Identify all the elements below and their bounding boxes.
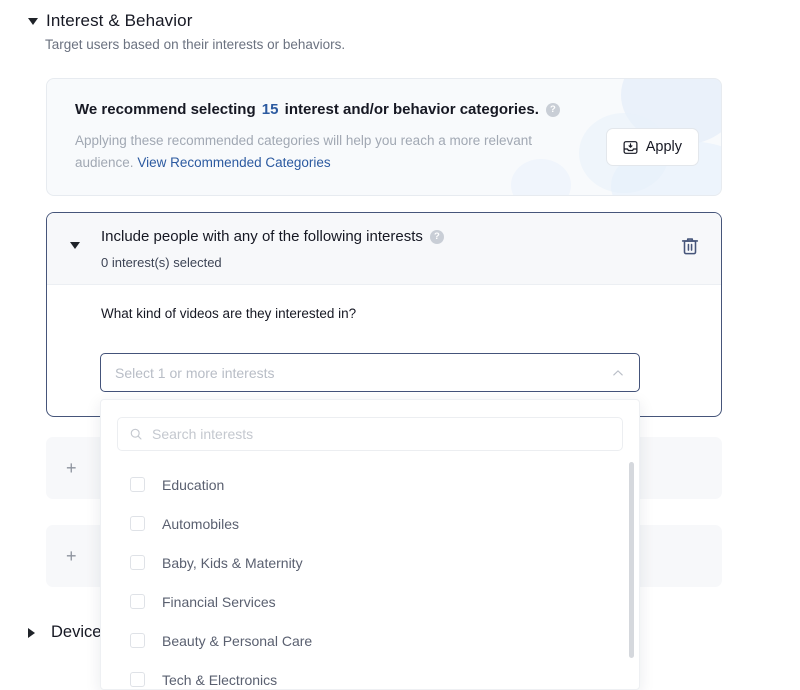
section-subtitle: Target users based on their interests or… (45, 37, 800, 52)
interest-behavior-section-header: Interest & Behavior Target users based o… (0, 0, 800, 52)
checkbox[interactable] (130, 633, 145, 648)
plus-icon: + (66, 458, 77, 479)
include-card-body: What kind of videos are they interested … (47, 285, 721, 321)
list-item-label: Tech & Electronics (162, 672, 277, 688)
list-item[interactable]: Baby, Kids & Maternity (101, 543, 639, 582)
trash-icon[interactable] (679, 235, 701, 257)
list-item[interactable]: Financial Services (101, 582, 639, 621)
list-item-label: Baby, Kids & Maternity (162, 555, 303, 571)
dropdown-scrollbar[interactable] (629, 462, 634, 658)
plus-icon: + (66, 546, 77, 567)
caret-down-icon[interactable] (28, 18, 38, 25)
include-card-header: Include people with any of the following… (47, 213, 721, 285)
search-interests-input[interactable]: Search interests (117, 417, 623, 451)
inbox-download-icon (623, 140, 638, 155)
question-circle-icon[interactable]: ? (546, 103, 560, 117)
targeting-page: Interest & Behavior Target users based o… (0, 0, 800, 690)
include-card-title: Include people with any of the following… (101, 228, 423, 245)
section-title-row[interactable]: Interest & Behavior (0, 0, 800, 31)
interests-question-label: What kind of videos are they interested … (101, 306, 721, 321)
search-interests-placeholder: Search interests (152, 426, 253, 442)
recommended-count: 15 (262, 101, 279, 118)
banner-text-before: We recommend selecting (75, 101, 256, 118)
apply-button[interactable]: Apply (606, 128, 699, 166)
banner-description: Applying these recommended categories wi… (75, 130, 575, 175)
page-title: Interest & Behavior (46, 11, 192, 31)
question-circle-icon[interactable]: ? (430, 230, 444, 244)
checkbox[interactable] (130, 516, 145, 531)
list-item-label: Education (162, 477, 224, 493)
list-item-label: Beauty & Personal Care (162, 633, 312, 649)
checkbox[interactable] (130, 594, 145, 609)
caret-right-icon[interactable] (28, 628, 35, 638)
checkbox[interactable] (130, 477, 145, 492)
interests-select-placeholder: Select 1 or more interests (115, 365, 611, 381)
list-item[interactable]: Beauty & Personal Care (101, 621, 639, 660)
list-item[interactable]: Education (101, 465, 639, 504)
search-icon (129, 427, 143, 441)
interests-select[interactable]: Select 1 or more interests (100, 353, 640, 392)
list-item-label: Automobiles (162, 516, 239, 532)
list-item[interactable]: Tech & Electronics (101, 660, 639, 690)
banner-headline: We recommend selecting 15 interest and/o… (75, 101, 697, 118)
chevron-up-icon[interactable] (611, 366, 625, 380)
apply-button-label: Apply (646, 139, 682, 155)
view-recommended-categories-link[interactable]: View Recommended Categories (137, 155, 330, 170)
banner-text-after: interest and/or behavior categories. (285, 101, 539, 118)
include-card-title-row: Include people with any of the following… (101, 228, 444, 245)
checkbox[interactable] (130, 555, 145, 570)
list-item-label: Financial Services (162, 594, 276, 610)
checkbox[interactable] (130, 672, 145, 687)
selected-count-label: 0 interest(s) selected (101, 255, 222, 270)
caret-down-icon[interactable] (70, 242, 80, 249)
interests-option-list: Education Automobiles Baby, Kids & Mater… (101, 465, 639, 690)
list-item[interactable]: Automobiles (101, 504, 639, 543)
interests-dropdown-panel: Search interests Education Automobiles B… (100, 399, 640, 690)
recommendation-banner: We recommend selecting 15 interest and/o… (46, 78, 722, 196)
device-section-title: Device (51, 623, 101, 642)
